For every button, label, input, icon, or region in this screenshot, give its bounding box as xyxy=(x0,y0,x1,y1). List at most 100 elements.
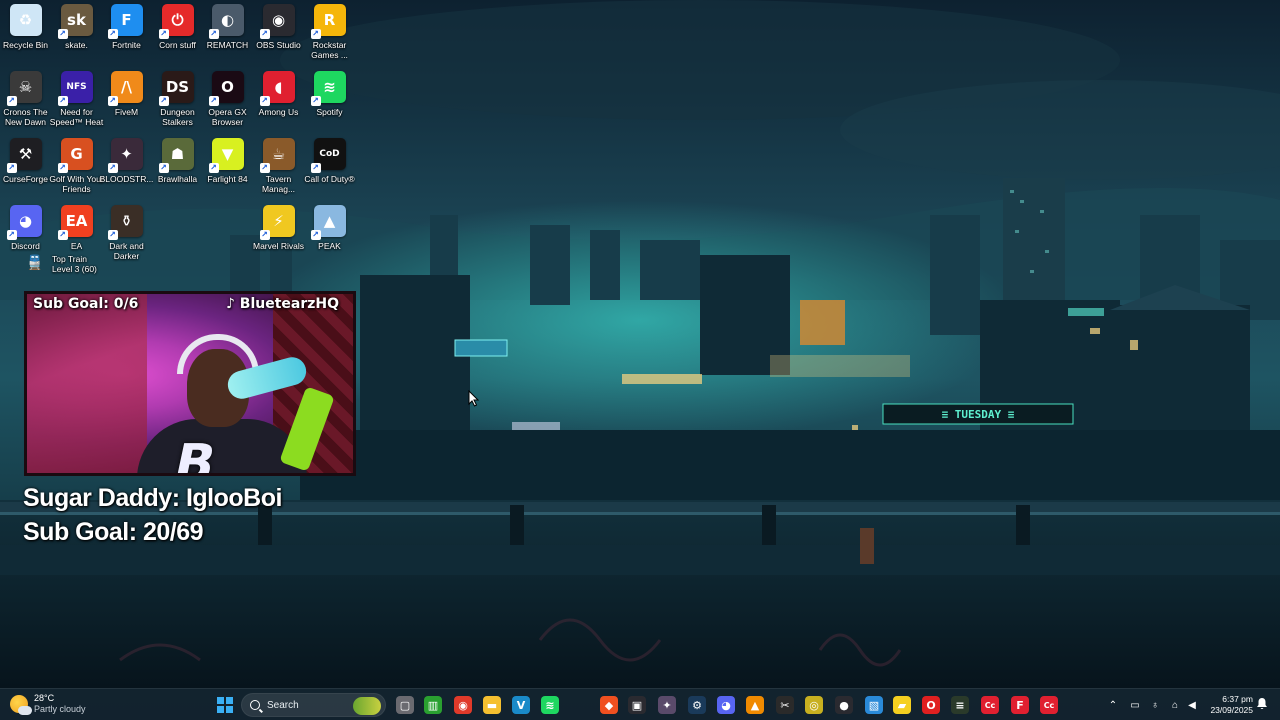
weather-condition: Partly cloudy xyxy=(34,704,86,714)
shortcut-arrow-icon: ↗ xyxy=(6,230,17,240)
start-button[interactable] xyxy=(213,693,237,717)
taskbar-app-creative-cloud-alt[interactable]: Cc xyxy=(1037,693,1061,717)
shortcut-arrow-icon: ↗ xyxy=(158,163,169,173)
taskbar-app-xbox-game-bar[interactable]: ▥ xyxy=(421,693,445,717)
farlight-icon: ▼ ↗ xyxy=(208,138,244,173)
taskbar-app-discord-taskbar[interactable]: ◕ xyxy=(714,693,738,717)
taskbar-app-creative-cloud[interactable]: Cc xyxy=(978,693,1002,717)
desktop-icon-fivem[interactable]: /\ ↗ FiveM xyxy=(101,71,152,135)
taskbar-app-photos[interactable]: ▧ xyxy=(862,693,886,717)
desktop-icon-brawlhalla[interactable]: ☗ ↗ Brawlhalla xyxy=(152,138,203,202)
desktop-icon-fortnite[interactable]: F ↗ Fortnite xyxy=(101,4,152,68)
desktop-icon-opera-gx[interactable]: O ↗ Opera GX Browser xyxy=(202,71,253,135)
search-icon xyxy=(250,700,260,710)
clock-time: 6:37 pm xyxy=(1222,694,1253,704)
clock-date: 23/09/2025 xyxy=(1210,705,1253,715)
taskbar-app-steam[interactable]: ⚙ xyxy=(685,693,709,717)
taskbar-app-tiktok[interactable]: F xyxy=(1008,693,1032,717)
shortcut-arrow-icon: ↗ xyxy=(57,163,68,173)
shortcut-arrow-icon: ↗ xyxy=(259,163,270,173)
brawlhalla-icon: ☗ ↗ xyxy=(158,138,194,173)
call-of-duty-icon: CoD ↗ xyxy=(310,138,346,173)
bloodstrike-icon: ✦ ↗ xyxy=(107,138,143,173)
taskbar-search[interactable]: Search xyxy=(241,693,386,717)
capcut-icon: ▣ xyxy=(628,696,646,714)
discord-taskbar-icon: ◕ xyxy=(717,696,735,714)
desktop-icon-power[interactable]: ⏻ ↗ Corn stuff xyxy=(152,4,203,68)
file-explorer-dark-icon: ▢ xyxy=(396,696,414,714)
peak-icon: ▲ ↗ xyxy=(310,205,346,240)
cronos-icon: ☠ ↗ xyxy=(6,71,42,106)
discord-icon: ◕ ↗ xyxy=(6,205,42,240)
desktop-icon-golf[interactable]: G ↗ Golf With Your Friends xyxy=(49,138,104,202)
taskbar-app-terminal[interactable]: ≡ xyxy=(948,693,972,717)
desktop-icon-tavern[interactable]: ☕ ↗ Tavern Manag... xyxy=(253,138,304,202)
obs-icon: ◉ ↗ xyxy=(259,4,295,39)
weather-temperature: 28°C xyxy=(34,693,55,703)
system-clock[interactable]: 6:37 pm 23/09/2025 xyxy=(1203,694,1253,716)
notification-bell-icon[interactable] xyxy=(1256,697,1268,710)
shortcut-arrow-icon: ↗ xyxy=(310,230,321,240)
tray-device-icon[interactable]: ▭ xyxy=(1128,693,1142,717)
desktop-icon-cronos[interactable]: ☠ ↗ Cronos The New Dawn xyxy=(0,71,51,135)
shortcut-arrow-icon: ↗ xyxy=(6,163,17,173)
desktop-icon-skate[interactable]: sk ↗ skate. xyxy=(51,4,102,68)
microphone-icon[interactable]: ♁ xyxy=(1148,693,1162,717)
taskbar-app-chrome-canary[interactable]: ◎ xyxy=(802,693,826,717)
creative-cloud-icon: Cc xyxy=(981,696,999,714)
partly-cloudy-icon xyxy=(10,695,32,715)
recycle-bin-icon: ♻ xyxy=(9,4,42,36)
desktop-icon-rockstar[interactable]: R ↗ Rockstar Games ... xyxy=(304,4,355,68)
taskbar-app-vegas[interactable]: V xyxy=(509,693,533,717)
taskbar-app-brave[interactable]: ◆ xyxy=(597,693,621,717)
shortcut-arrow-icon: ↗ xyxy=(310,163,321,173)
desktop-icon-peak[interactable]: ▲ ↗ PEAK xyxy=(304,205,355,269)
taskbar-app-file-explorer-dark[interactable]: ▢ xyxy=(393,693,417,717)
fivem-icon: /\ ↗ xyxy=(107,71,143,106)
desktop-icon-obs[interactable]: ◉ ↗ OBS Studio xyxy=(253,4,304,68)
terminal-icon: ≡ xyxy=(951,696,969,714)
show-hidden-icons-chevron-icon[interactable]: ⌃ xyxy=(1106,693,1120,717)
desktop-icon-dungeon-stalkers[interactable]: DS ↗ Dungeon Stalkers xyxy=(152,71,203,135)
mouse-cursor-icon xyxy=(468,390,480,407)
cam-background-left xyxy=(27,294,147,473)
taskbar: 28°C Partly cloudy Search ▢ ▥ ◉ ▬ V ≋ ◆ ▣ ✦ ⚙ ◕ ▲ ✂ ◎… xyxy=(0,688,1280,720)
shortcut-arrow-icon: ↗ xyxy=(208,96,219,106)
taskbar-app-chrome[interactable]: ◉ xyxy=(451,693,475,717)
taskbar-app-spotify-taskbar[interactable]: ≋ xyxy=(538,693,562,717)
obs-taskbar-icon: ● xyxy=(835,696,853,714)
volume-icon[interactable]: ◀ xyxy=(1185,693,1199,717)
network-icon[interactable]: ⌂ xyxy=(1168,693,1182,717)
xbox-game-bar-icon: ▥ xyxy=(424,696,442,714)
shortcut-arrow-icon: ↗ xyxy=(158,96,169,106)
taskbar-app-file-explorer[interactable]: ▬ xyxy=(480,693,504,717)
desktop-icon-curseforge[interactable]: ⚒ ↗ CurseForge xyxy=(0,138,51,202)
ea-icon: EA ↗ xyxy=(57,205,93,240)
taskbar-app-opera-taskbar[interactable]: O xyxy=(919,693,943,717)
shortcut-arrow-icon: ↗ xyxy=(107,96,118,106)
shortcut-arrow-icon: ↗ xyxy=(259,230,270,240)
marvel-rivals-icon: ⚡ ↗ xyxy=(259,205,295,240)
brave-icon: ◆ xyxy=(600,696,618,714)
desktop-icon-among-us[interactable]: ◖ ↗ Among Us xyxy=(253,71,304,135)
shortcut-arrow-icon: ↗ xyxy=(107,29,118,39)
desktop-icon-nfs[interactable]: NFS ↗ Need for Speed™ Heat xyxy=(50,71,103,135)
desktop-icon-recycle-bin[interactable]: ♻ Recycle Bin xyxy=(0,4,51,68)
taskbar-app-davinci[interactable]: ✦ xyxy=(655,693,679,717)
desktop-icon-marvel-rivals[interactable]: ⚡ ↗ Marvel Rivals xyxy=(253,205,304,269)
taskbar-app-vlc[interactable]: ▲ xyxy=(743,693,767,717)
desktop-icon-bloodstrike[interactable]: ✦ ↗ BLOODSTR... xyxy=(100,138,153,202)
taskbar-app-capcut-alt[interactable]: ✂ xyxy=(773,693,797,717)
desktop-icon-farlight[interactable]: ▼ ↗ Farlight 84 xyxy=(202,138,253,202)
desktop-icon-rematch[interactable]: ◐ ↗ REMATCH xyxy=(202,4,253,68)
taskbar-app-capcut[interactable]: ▣ xyxy=(625,693,649,717)
desktop-icon-call-of-duty[interactable]: CoD ↗ Call of Duty® xyxy=(304,138,355,202)
shortcut-arrow-icon: ↗ xyxy=(57,29,68,39)
desktop-icon-spotify[interactable]: ≋ ↗ Spotify xyxy=(304,71,355,135)
windows-logo-icon xyxy=(217,697,233,713)
taskbar-app-sticky-notes[interactable]: ▰ xyxy=(890,693,914,717)
weather-widget[interactable]: 28°C Partly cloudy xyxy=(10,693,86,715)
svg-text:≡ TUESDAY ≡: ≡ TUESDAY ≡ xyxy=(942,408,1015,421)
skate-icon: sk ↗ xyxy=(57,4,93,39)
taskbar-app-obs-taskbar[interactable]: ● xyxy=(832,693,856,717)
